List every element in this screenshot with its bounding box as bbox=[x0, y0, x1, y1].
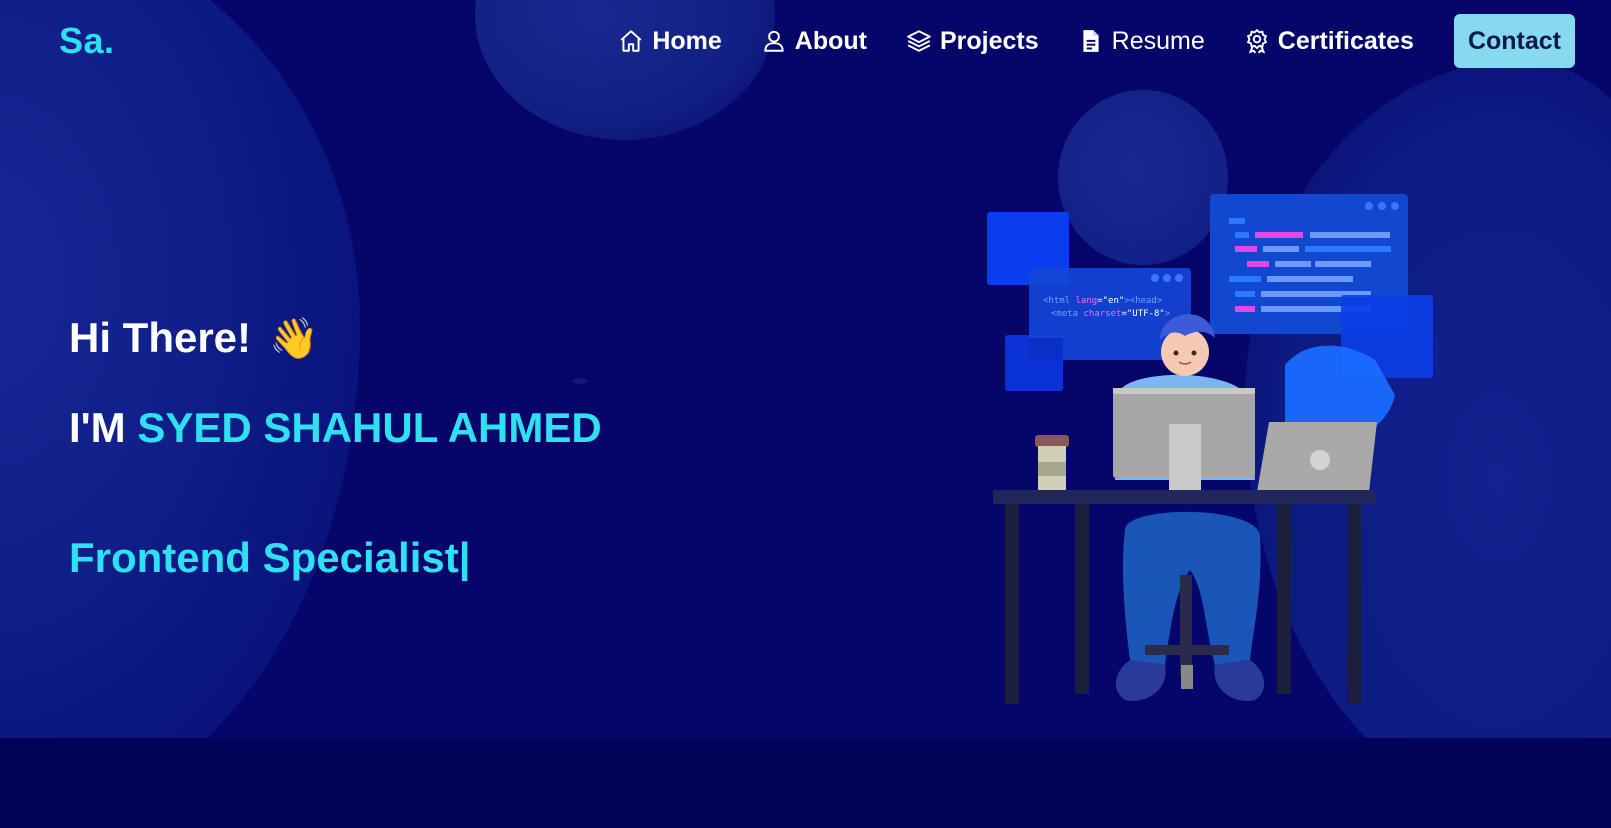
nav-item-label: Certificates bbox=[1277, 26, 1414, 55]
hero-greeting: Hi There! 👋 bbox=[69, 314, 319, 362]
coffee-cup bbox=[1035, 435, 1069, 490]
nav-item-certificates[interactable]: Certificates bbox=[1244, 27, 1414, 56]
user-icon bbox=[761, 28, 787, 54]
developer-legs bbox=[1115, 511, 1265, 701]
hero-role-typewriter: Frontend Specialist| bbox=[69, 534, 471, 582]
nav-item-home[interactable]: Home bbox=[618, 26, 722, 56]
home-icon bbox=[618, 28, 644, 54]
intro-text: I'M bbox=[69, 404, 126, 451]
nav-item-about[interactable]: About bbox=[761, 27, 867, 56]
footer-band bbox=[0, 738, 1611, 828]
hero-section: Sa. Home About Projects Resume Certifica… bbox=[0, 0, 1611, 738]
nav-item-label: Home bbox=[652, 26, 722, 55]
role-text: Frontend Specialist bbox=[69, 534, 459, 581]
nav-item-projects[interactable]: Projects bbox=[906, 27, 1039, 56]
waving-hand-icon: 👋 bbox=[269, 316, 319, 361]
monitor bbox=[1113, 388, 1255, 490]
decorative-dot bbox=[572, 378, 588, 384]
nav-item-label: About bbox=[794, 26, 867, 55]
award-icon bbox=[1244, 28, 1270, 54]
nav-item-label: Projects bbox=[940, 26, 1039, 55]
developer-illustration: <html lang="en"><head> <meta charset="UT… bbox=[985, 190, 1435, 710]
hero-name-line: I'M SYED SHAHUL AHMED bbox=[69, 404, 602, 452]
site-logo[interactable]: Sa. bbox=[59, 20, 115, 62]
typing-cursor: | bbox=[458, 534, 471, 581]
hero-name: SYED SHAHUL AHMED bbox=[137, 404, 602, 451]
nav-item-resume[interactable]: Resume bbox=[1078, 27, 1205, 56]
svg-text:<html lang="en"><head>: <html lang="en"><head> bbox=[1043, 296, 1163, 306]
background-blob bbox=[0, 0, 360, 738]
layers-icon bbox=[906, 28, 932, 54]
nav-item-label: Resume bbox=[1111, 26, 1205, 55]
document-icon bbox=[1078, 28, 1104, 54]
greeting-text: Hi There! bbox=[69, 314, 252, 361]
svg-text:<meta charset="UTF-8">: <meta charset="UTF-8"> bbox=[1051, 309, 1171, 319]
main-nav: Home About Projects Resume Certificates bbox=[618, 14, 1575, 68]
contact-button[interactable]: Contact bbox=[1453, 14, 1575, 68]
laptop bbox=[1257, 422, 1377, 492]
